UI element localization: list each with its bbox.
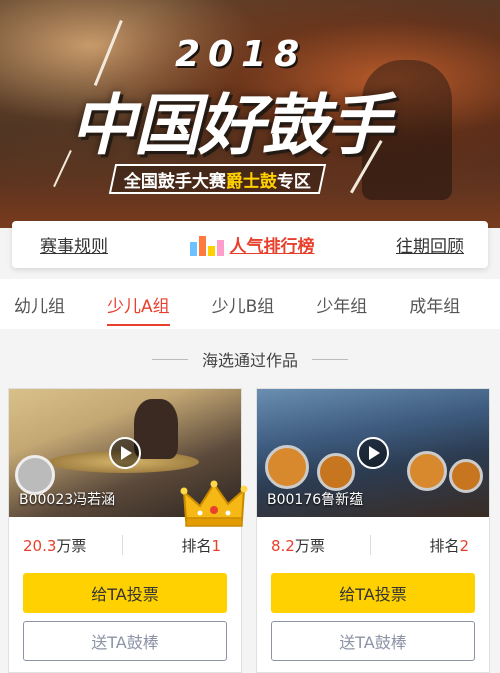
tab-children-b[interactable]: 少儿B组 [212,292,275,317]
gift-drumstick-button[interactable]: 送TA鼓棒 [271,621,475,661]
entry-card-1: B00023冯若涵 20.3万票 排名1 给TA投票 送TA鼓棒 [8,388,242,673]
vote-count: 8.2万票 [271,536,325,555]
history-link[interactable]: 往期回顾 [396,232,464,257]
gift-drumstick-button[interactable]: 送TA鼓棒 [23,621,227,661]
rules-link[interactable]: 赛事规则 [40,232,108,257]
vote-button[interactable]: 给TA投票 [271,573,475,613]
entry-caption: B00023冯若涵 [19,492,116,508]
tab-teen[interactable]: 少年组 [316,292,367,317]
group-tabs: 幼儿组 少儿A组 少儿B组 少年组 成年组 [0,279,500,329]
play-icon[interactable] [357,437,389,469]
rank-value: 排名1 [181,536,221,555]
play-icon[interactable] [109,437,141,469]
entry-card-2: B00176鲁新蕴 8.2万票 排名2 给TA投票 送TA鼓棒 [256,388,490,673]
subtitle-pre: 全国鼓手大赛 [124,171,226,192]
tab-children-a[interactable]: 少儿A组 [107,292,170,326]
drum [317,453,355,491]
drum [407,451,447,491]
drum [265,445,309,489]
bar-chart-icon [189,234,224,256]
tab-adult[interactable]: 成年组 [409,292,460,317]
rank-value: 排名2 [429,536,469,555]
ranking-link[interactable]: 人气排行榜 [189,232,315,257]
ranking-label: 人气排行榜 [229,237,315,257]
crown-icon [180,480,248,527]
tab-toddler[interactable]: 幼儿组 [14,292,65,317]
vote-count: 20.3万票 [23,536,87,555]
entry-caption: B00176鲁新蕴 [267,492,364,508]
banner-slash-bottom [53,150,72,188]
entry-stats: 8.2万票 排名2 [257,517,489,573]
banner-subtitle: 全国鼓手大赛爵士鼓专区 [108,164,327,194]
nav-card: 赛事规则 人气排行榜 往期回顾 [12,221,488,268]
divider-right [312,358,348,360]
video-thumbnail[interactable]: B00176鲁新蕴 [257,389,489,517]
subtitle-post: 专区 [277,171,311,192]
banner-year: 2018 [175,34,308,75]
drum [449,459,483,493]
divider-left [151,358,188,360]
section-heading: 海选通过作品 [0,330,500,388]
banner: 2018 中国好鼓手 全国鼓手大赛爵士鼓专区 [0,0,500,228]
subtitle-highlight: 爵士鼓 [226,171,277,192]
vote-button[interactable]: 给TA投票 [23,573,227,613]
section-title: 海选通过作品 [201,351,298,370]
banner-title: 中国好鼓手 [70,87,392,164]
